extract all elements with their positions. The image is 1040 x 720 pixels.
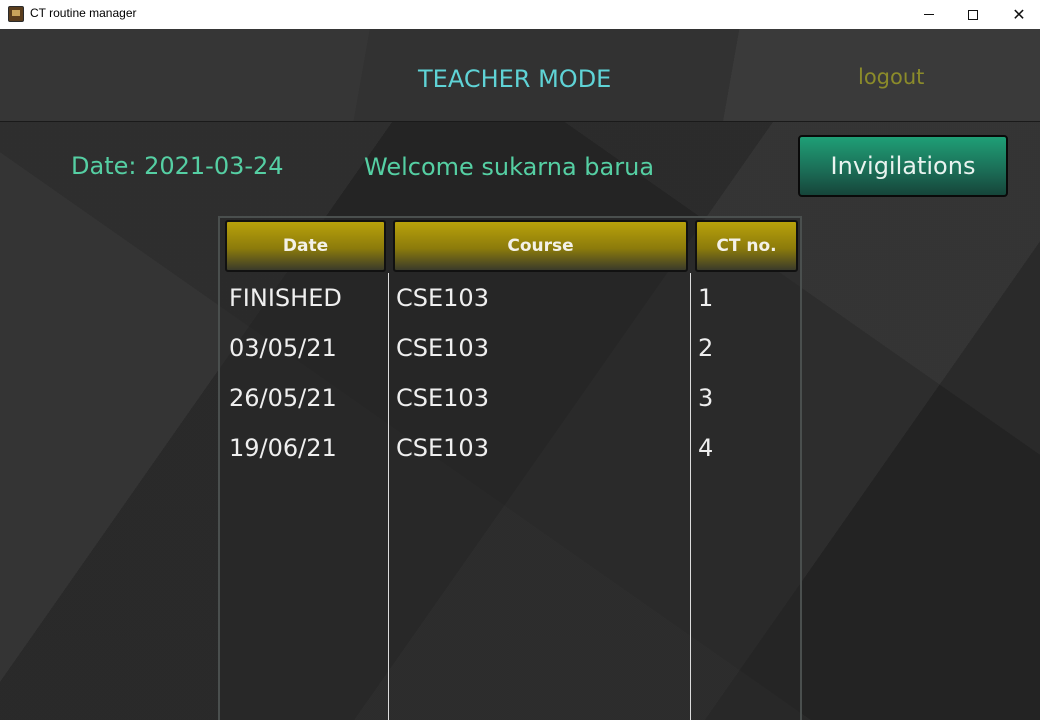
logout-link[interactable]: logout	[858, 65, 924, 89]
cell-course: CSE103	[396, 434, 489, 462]
cell-ct-no: 2	[698, 334, 714, 362]
close-icon: ✕	[1012, 5, 1026, 24]
cell-course: CSE103	[396, 334, 489, 362]
cell-course: CSE103	[396, 284, 489, 312]
cell-course: CSE103	[396, 384, 489, 412]
window-titlebar: CT routine manager ✕	[0, 0, 1040, 29]
cell-date: 26/05/21	[229, 384, 337, 412]
invigilations-button[interactable]: Invigilations	[798, 135, 1008, 197]
column-header-ct-no[interactable]: CT no.	[695, 220, 798, 272]
mode-title: TEACHER MODE	[418, 65, 612, 93]
ct-routine-table: Date Course CT no. FINISHED CSE103 1 03/…	[218, 216, 802, 720]
app-content: TEACHER MODE logout Date: 2021-03-24 Wel…	[0, 29, 1040, 720]
minimize-button[interactable]	[906, 0, 952, 29]
maximize-button[interactable]	[950, 0, 996, 29]
column-header-date[interactable]: Date	[225, 220, 386, 272]
cell-ct-no: 3	[698, 384, 714, 412]
app-icon	[8, 6, 24, 22]
window-title: CT routine manager	[30, 6, 137, 20]
welcome-message: Welcome sukarna barua	[364, 153, 655, 181]
cell-date: FINISHED	[229, 284, 342, 312]
maximize-icon	[968, 9, 978, 20]
cell-date: 03/05/21	[229, 334, 337, 362]
cell-date: 19/06/21	[229, 434, 337, 462]
table-row[interactable]: 19/06/21 CSE103 4	[220, 423, 800, 473]
header-bar: TEACHER MODE logout	[0, 29, 1040, 122]
current-date: Date: 2021-03-24	[71, 152, 284, 180]
minimize-icon	[924, 14, 934, 15]
cell-ct-no: 1	[698, 284, 714, 312]
close-button[interactable]: ✕	[996, 0, 1040, 29]
cell-ct-no: 4	[698, 434, 714, 462]
table-row[interactable]: 26/05/21 CSE103 3	[220, 373, 800, 423]
table-row[interactable]: 03/05/21 CSE103 2	[220, 323, 800, 373]
column-header-course[interactable]: Course	[393, 220, 688, 272]
table-row[interactable]: FINISHED CSE103 1	[220, 273, 800, 323]
